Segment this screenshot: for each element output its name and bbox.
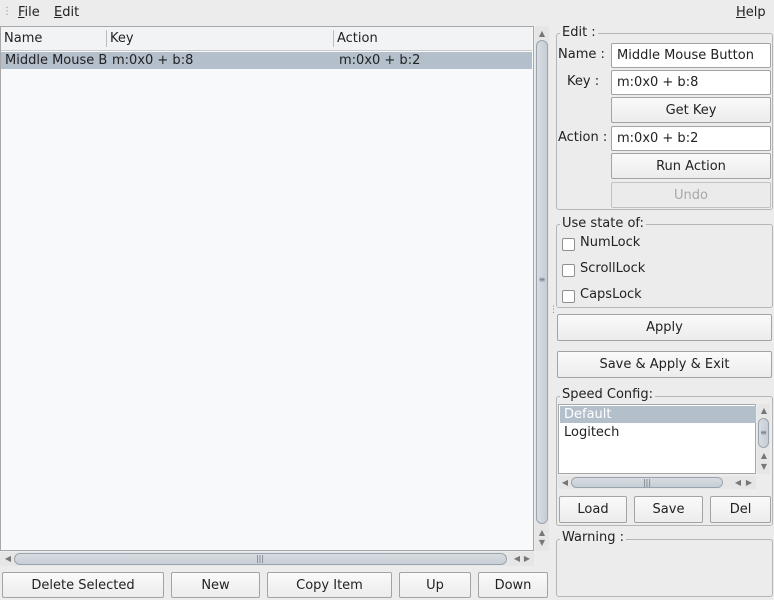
name-label: Name :	[558, 47, 605, 62]
key-label: Key :	[567, 74, 600, 89]
mapping-list[interactable]	[0, 26, 534, 551]
down-button[interactable]: Down	[478, 572, 548, 598]
list-item[interactable]: Logitech	[560, 424, 756, 441]
menu-help[interactable]: Help	[734, 4, 768, 22]
scroll-left-arrow-icon[interactable]: ◀	[560, 478, 570, 488]
menu-edit-mnemonic: E	[54, 5, 63, 20]
apply-button[interactable]: Apply	[557, 314, 772, 341]
capslock-checkbox[interactable]	[562, 290, 575, 303]
up-button[interactable]: Up	[399, 572, 471, 598]
grip-icon: |||	[255, 554, 265, 563]
copy-item-button[interactable]: Copy Item	[267, 572, 392, 598]
menubar-grip-icon[interactable]: ⋮	[2, 6, 12, 18]
warning-group-title: Warning :	[560, 530, 626, 546]
numlock-checkbox[interactable]	[562, 238, 575, 251]
table-row[interactable]: Middle Mouse B m:0x0 + b:8 m:0x0 + b:2	[1, 52, 532, 69]
menubar: ⋮ File Edit Help	[0, 0, 774, 24]
row-action-cell: m:0x0 + b:2	[339, 53, 421, 68]
warning-text	[562, 552, 767, 592]
use-state-group-title: Use state of:	[560, 216, 646, 232]
column-header-name[interactable]: Name	[1, 27, 106, 50]
list-header: Name Key Action	[1, 27, 532, 51]
scroll-up-arrow-icon[interactable]: ▲	[537, 29, 547, 39]
scrolllock-label: ScrollLock	[580, 261, 646, 276]
delete-selected-button[interactable]: Delete Selected	[2, 572, 164, 598]
scroll-right-arrow-icon[interactable]: ▶	[744, 478, 754, 488]
menu-help-label: elp	[745, 5, 766, 20]
pane-splitter-grip-icon[interactable]: ⋮	[549, 306, 558, 315]
menu-file-label: ile	[24, 5, 40, 20]
row-name-cell: Middle Mouse B	[5, 53, 107, 68]
menu-file[interactable]: File	[16, 4, 42, 22]
grip-icon: ≡	[538, 275, 546, 284]
scrolllock-checkbox[interactable]	[562, 264, 575, 277]
action-label: Action :	[558, 130, 608, 145]
name-field[interactable]: Middle Mouse Button	[611, 43, 771, 68]
scroll-down-arrow-icon[interactable]: ▼	[759, 462, 769, 472]
scroll-up-arrow-icon[interactable]: ▲	[759, 406, 769, 416]
menu-edit[interactable]: Edit	[52, 4, 81, 22]
scroll-right-arrow-icon[interactable]: ▶	[522, 554, 532, 564]
speed-config-group-title: Speed Config:	[560, 387, 655, 403]
scroll-left-arrow-icon[interactable]: ◀	[733, 478, 743, 488]
scroll-left-arrow-icon[interactable]: ◀	[3, 554, 13, 564]
capslock-label: CapsLock	[580, 287, 642, 302]
edit-group-title: Edit :	[560, 25, 598, 41]
run-action-button[interactable]: Run Action	[611, 153, 771, 179]
grip-icon: |||	[642, 478, 652, 487]
get-key-button[interactable]: Get Key	[611, 97, 771, 123]
undo-button[interactable]: Undo	[611, 182, 771, 208]
numlock-label: NumLock	[580, 235, 641, 250]
action-field[interactable]: m:0x0 + b:2	[611, 126, 771, 151]
save-button[interactable]: Save	[634, 496, 703, 523]
menu-help-mnemonic: H	[736, 5, 746, 20]
scroll-up-arrow-icon[interactable]: ▲	[537, 528, 547, 538]
column-header-action[interactable]: Action	[334, 27, 530, 50]
new-button[interactable]: New	[171, 572, 260, 598]
menu-edit-label: dit	[62, 5, 80, 20]
grip-icon: ≡	[760, 428, 767, 437]
scroll-left-arrow-icon[interactable]: ◀	[512, 554, 522, 564]
column-header-key[interactable]: Key	[107, 27, 333, 50]
save-apply-exit-button[interactable]: Save & Apply & Exit	[557, 351, 772, 378]
load-button[interactable]: Load	[559, 496, 627, 523]
del-button[interactable]: Del	[710, 496, 771, 523]
list-item[interactable]: Default	[560, 406, 756, 423]
scroll-up-arrow-icon[interactable]: ▲	[759, 451, 769, 461]
key-field[interactable]: m:0x0 + b:8	[611, 70, 771, 95]
scroll-down-arrow-icon[interactable]: ▼	[537, 538, 547, 548]
row-key-cell: m:0x0 + b:8	[112, 53, 194, 68]
speed-config-list[interactable]: Default Logitech	[558, 404, 756, 474]
